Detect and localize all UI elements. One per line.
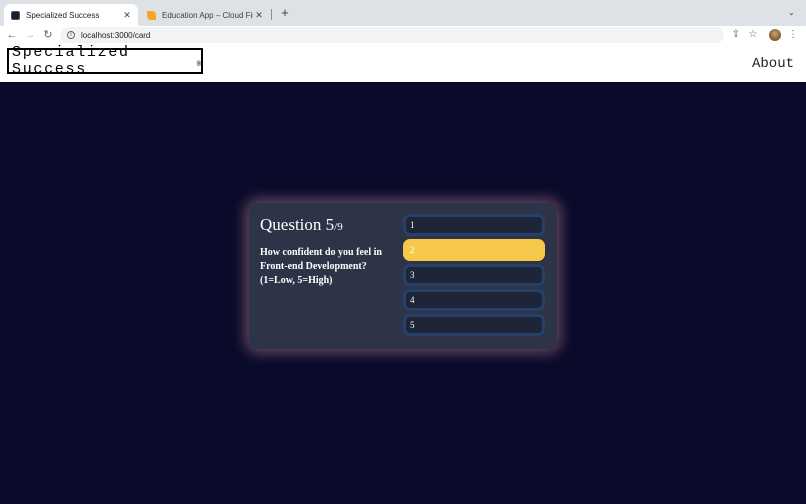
share-icon[interactable]: ⇪ xyxy=(729,28,743,42)
question-text: How confident do you feel in Front-end D… xyxy=(260,247,382,286)
question-total: /9 xyxy=(334,221,343,233)
answer-options: 1 2 3 4 5 xyxy=(403,214,545,339)
info-icon[interactable]: i xyxy=(67,31,75,39)
answer-option-1[interactable]: 1 xyxy=(403,214,545,236)
browser-tab-specialized-success[interactable]: Specialized Success ✕ xyxy=(4,4,138,26)
logo-text: Specialized Success xyxy=(12,44,130,78)
address-bar[interactable]: i localhost:3000/card xyxy=(60,27,724,43)
url-text[interactable]: localhost:3000/card xyxy=(81,31,150,40)
forward-arrow-icon[interactable]: → xyxy=(23,28,37,42)
registered-mark: ® xyxy=(196,60,201,69)
new-tab-plus-icon[interactable]: + xyxy=(278,6,292,20)
tab-divider xyxy=(271,9,272,20)
bookmark-star-icon[interactable]: ☆ xyxy=(746,28,760,42)
question-card: Question 5/9 How confident do you feel i… xyxy=(249,203,557,349)
browser-tab-education-app[interactable]: Education App – Cloud Firesto ✕ xyxy=(140,4,270,26)
reload-icon[interactable]: ↻ xyxy=(41,28,55,42)
kebab-menu-icon[interactable]: ⋮ xyxy=(786,28,800,42)
browser-toolbar: ← → ↻ i localhost:3000/card ⇪ ☆ ⋮ xyxy=(0,26,806,44)
main-content: Question 5/9 How confident do you feel i… xyxy=(0,82,806,504)
tab-title: Specialized Success xyxy=(26,10,100,20)
browser-tab-strip: Specialized Success ✕ Education App – Cl… xyxy=(0,0,806,26)
answer-option-5[interactable]: 5 xyxy=(403,314,545,336)
firebase-favicon-icon xyxy=(147,10,156,20)
chevron-down-icon[interactable]: ⌄ xyxy=(788,8,795,17)
question-title: Question 5/9 xyxy=(260,215,343,235)
answer-option-3[interactable]: 3 xyxy=(403,264,545,286)
site-header: Specialized Success ® About xyxy=(0,44,806,82)
close-icon[interactable]: ✕ xyxy=(121,10,133,21)
tab-title: Education App – Cloud Firesto xyxy=(162,10,253,20)
site-logo[interactable]: Specialized Success ® xyxy=(7,44,203,78)
answer-option-4[interactable]: 4 xyxy=(403,289,545,311)
answer-option-2[interactable]: 2 xyxy=(403,239,545,261)
question-number: Question 5 xyxy=(260,215,335,234)
close-icon[interactable]: ✕ xyxy=(253,10,265,21)
about-link[interactable]: About xyxy=(752,56,794,72)
back-arrow-icon[interactable]: ← xyxy=(5,28,19,42)
profile-avatar[interactable] xyxy=(769,29,781,41)
site-favicon-icon xyxy=(11,10,20,20)
